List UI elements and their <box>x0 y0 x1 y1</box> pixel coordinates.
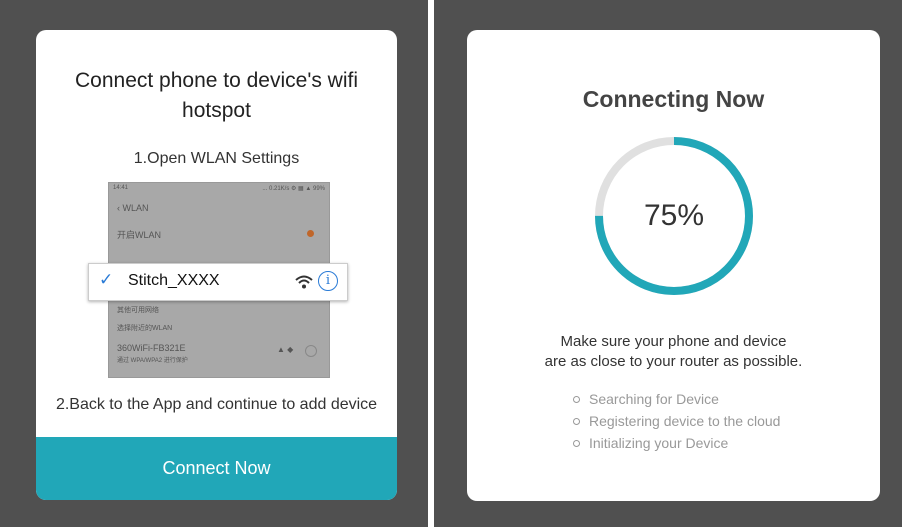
step-label: Searching for Device <box>589 391 719 407</box>
step-bullet-icon <box>573 417 580 425</box>
selected-wifi-row[interactable]: ✓ Stitch_XXXX i <box>88 263 348 301</box>
left-screen: Connect phone to device's wifi hotspot 1… <box>0 0 428 527</box>
connecting-title: Connecting Now <box>582 86 765 112</box>
phone-network-name: 360WiFi-FB321E <box>117 343 186 353</box>
wifi-icon <box>295 275 313 289</box>
step-label: Registering device to the cloud <box>589 413 781 429</box>
right-screen: Connecting Now 75% Make sure your phone … <box>434 0 902 527</box>
phone-status-bar: 14:41 ... 0.21K/s ⚙ ▦ ▲ 99% <box>113 185 325 195</box>
phone-status-time: 14:41 <box>113 185 129 191</box>
phone-status-icons: ... 0.21K/s ⚙ ▦ ▲ 99% <box>262 186 325 192</box>
phone-network-sub: 通过 WPA/WPA2 进行保护 <box>117 358 188 364</box>
hotspot-title: Connect phone to device's wifi hotspot <box>74 69 358 122</box>
phone-wlan-header-label: WLAN <box>122 203 149 213</box>
phone-section-label2: 选择附近的WLAN <box>117 325 173 332</box>
hint-line-1: Make sure your phone and device <box>560 333 787 350</box>
checkmark-icon: ✓ <box>99 270 114 289</box>
phone-wlan-header: ‹ WLAN <box>117 203 149 213</box>
phone-wlan-toggle-label: 开启WLAN <box>117 230 162 240</box>
hint-line-2: are as close to your router as possible. <box>544 353 803 370</box>
phone-wlan-toggle <box>307 230 314 237</box>
connect-hotspot-card: Connect phone to device's wifi hotspot 1… <box>36 30 397 500</box>
step-back-to-app: 2.Back to the App and continue to add de… <box>55 396 378 413</box>
info-icon[interactable]: i <box>318 271 338 291</box>
step-initializing: Initializing your Device <box>573 432 780 454</box>
step-open-wlan: 1.Open WLAN Settings <box>133 150 300 167</box>
progress-ring: 75% <box>593 135 755 297</box>
step-searching: Searching for Device <box>573 388 780 410</box>
proximity-hint: Make sure your phone and device are as c… <box>467 332 880 372</box>
step-label: Initializing your Device <box>589 435 729 451</box>
wifi-network-name: Stitch_XXXX <box>128 272 220 289</box>
step-bullet-icon <box>573 439 580 447</box>
step-registering: Registering device to the cloud <box>573 410 780 432</box>
phone-info-icon <box>305 345 317 357</box>
connect-now-button[interactable]: Connect Now <box>36 437 397 500</box>
phone-lock-wifi-icons: ▲ ◆ <box>277 345 294 354</box>
step-bullet-icon <box>573 395 580 403</box>
progress-percent: 75% <box>643 199 705 232</box>
connection-steps: Searching for Device Registering device … <box>573 388 780 454</box>
phone-section-label: 其他可用网络 <box>117 307 159 314</box>
connecting-card: Connecting Now 75% Make sure your phone … <box>467 30 880 501</box>
